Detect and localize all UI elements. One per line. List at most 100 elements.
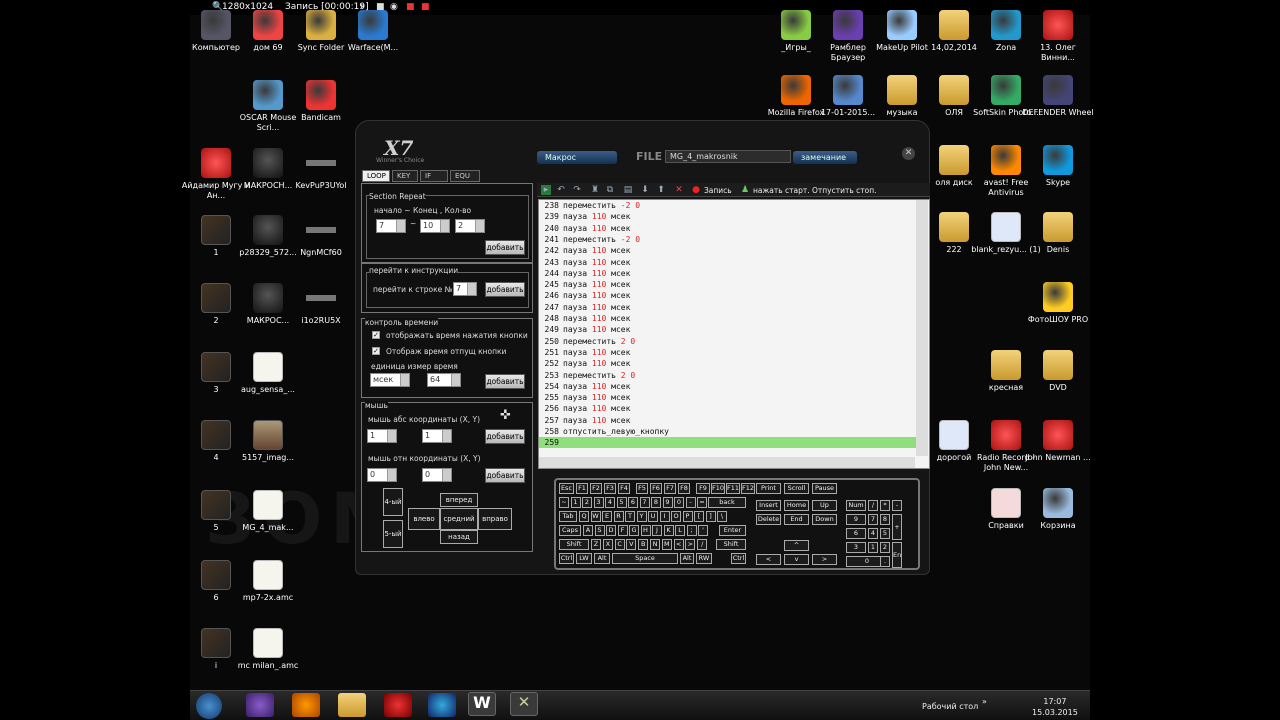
vertical-scrollbar[interactable] <box>916 200 928 456</box>
start-button[interactable] <box>196 693 222 719</box>
key-j[interactable]: J <box>652 525 662 536</box>
key-alt[interactable]: Alt <box>680 553 694 564</box>
key-[interactable]: < <box>756 554 781 565</box>
key-t[interactable]: T <box>625 511 635 522</box>
script-line[interactable]: 258 отпустить_левую_кнопку <box>539 426 919 437</box>
key-2[interactable]: 2 <box>582 497 592 508</box>
key-k[interactable]: K <box>663 525 674 536</box>
key-z[interactable]: Z <box>591 539 601 550</box>
key-9[interactable]: 9 <box>846 514 866 525</box>
time-add-button[interactable]: добавить <box>485 374 525 389</box>
key-f9[interactable]: F9 <box>696 483 710 494</box>
key-end[interactable]: End <box>784 514 809 525</box>
key-h[interactable]: H <box>640 525 651 536</box>
taskbar-skype-icon[interactable] <box>428 693 456 717</box>
desktop-icon-left-5[interactable]: Bandicam <box>285 80 357 123</box>
script-editor[interactable]: 238 переместить -2 0 239 пауза 110 мсек 240… <box>538 199 930 469</box>
script-line[interactable]: 259 <box>539 437 919 449</box>
key-[interactable]: [ <box>694 511 704 522</box>
key-[interactable]: ~ <box>559 497 569 508</box>
key-m[interactable]: M <box>661 539 672 550</box>
key-e[interactable]: E <box>602 511 612 522</box>
key-[interactable]: ^ <box>784 540 809 551</box>
script-line[interactable]: 252 пауза 110 мсек <box>539 358 919 369</box>
taskbar-x7-icon[interactable]: ✕ <box>510 692 538 716</box>
script-line[interactable]: 239 пауза 110 мсек <box>539 211 919 222</box>
key-back[interactable]: back <box>708 497 746 508</box>
mouse-abs-x[interactable]: 1 <box>367 429 397 443</box>
desktop-icon-right-23[interactable]: John Newman ... <box>1022 420 1094 463</box>
key-f[interactable]: F <box>617 525 628 536</box>
key-f1[interactable]: F1 <box>576 483 588 494</box>
clear-icon[interactable]: ♜ <box>590 185 600 195</box>
desktop-icon-left-22[interactable]: mp7-2x.amc <box>232 560 304 603</box>
key-enter[interactable]: Enter <box>719 525 746 536</box>
key-shift[interactable]: Shift <box>716 539 746 550</box>
script-line[interactable]: 254 пауза 110 мсек <box>539 381 919 392</box>
mouse-forward-button[interactable]: вперед <box>440 493 478 507</box>
key-home[interactable]: Home <box>784 500 809 511</box>
key-d[interactable]: D <box>606 525 616 536</box>
key-g[interactable]: G <box>629 525 639 536</box>
mouse-left-button[interactable]: влево <box>408 508 440 530</box>
key-f12[interactable]: F12 <box>741 483 755 494</box>
mouse-button-4[interactable]: 4-ый <box>383 488 403 516</box>
key-8[interactable]: 8 <box>651 497 661 508</box>
key-7[interactable]: 7 <box>639 497 650 508</box>
repeat-start-spinner[interactable]: 7 <box>376 219 406 233</box>
key-ctrl[interactable]: Ctrl <box>559 553 574 564</box>
horizontal-scrollbar[interactable] <box>539 457 915 468</box>
key-[interactable]: * <box>880 500 890 511</box>
script-line[interactable]: 238 переместить -2 0 <box>539 200 919 211</box>
key-y[interactable]: Y <box>636 511 647 522</box>
tab-key[interactable]: KEY <box>392 170 418 182</box>
cursor-icon[interactable]: ▸ <box>541 185 551 195</box>
key-[interactable]: - <box>892 500 902 511</box>
key-3[interactable]: 3 <box>593 497 604 508</box>
undo-icon[interactable]: ↶ <box>556 185 566 195</box>
delete-icon[interactable]: ✕ <box>674 185 684 195</box>
clock[interactable]: 17:07 15.03.2015 <box>1032 696 1078 718</box>
desktop-icon-left-3[interactable]: Warface(M... <box>337 10 409 53</box>
script-line[interactable]: 255 пауза 110 мсек <box>539 392 919 403</box>
desktop-icon-right-17[interactable]: Denis <box>1022 212 1094 255</box>
desktop-icon-left-8[interactable]: KevPuP3UYol <box>285 148 357 191</box>
tray-chevron-icon[interactable]: » <box>982 697 987 706</box>
script-line[interactable]: 242 пауза 110 мсек <box>539 245 919 256</box>
key-[interactable]: - <box>685 497 696 508</box>
key-f6[interactable]: F6 <box>650 483 662 494</box>
key-shift[interactable]: Shift <box>559 539 589 550</box>
key-esc[interactable]: Esc <box>559 483 574 494</box>
record-dot-icon[interactable]: ● <box>691 185 701 195</box>
key-i[interactable]: I <box>659 511 670 522</box>
taskbar-explorer-icon[interactable] <box>338 693 366 717</box>
crosshair-icon[interactable]: ✜ <box>500 408 511 423</box>
key-x[interactable]: X <box>602 539 613 550</box>
tray-desktop-label[interactable]: Рабочий стол <box>922 702 978 711</box>
key-f4[interactable]: F4 <box>618 483 630 494</box>
mouse-button-5[interactable]: 5-ый <box>383 520 403 548</box>
move-up-icon[interactable]: ⬆ <box>656 185 666 195</box>
mouse-rel-x[interactable]: 0 <box>367 468 397 482</box>
key-n[interactable]: N <box>650 539 660 550</box>
key-[interactable]: . <box>880 556 890 567</box>
key-c[interactable]: C <box>614 539 625 550</box>
script-line[interactable]: 256 пауза 110 мсек <box>539 403 919 414</box>
rec-stop-icon[interactable]: ■ <box>421 2 430 12</box>
key-[interactable]: = <box>697 497 707 508</box>
tab-loop[interactable]: LOOP <box>362 170 390 182</box>
key-s[interactable]: S <box>594 525 605 536</box>
move-down-icon[interactable]: ⬇ <box>640 185 650 195</box>
key-l[interactable]: L <box>675 525 685 536</box>
mouse-right-button[interactable]: вправо <box>478 508 512 530</box>
mouse-rel-add-button[interactable]: добавить <box>485 468 525 483</box>
paste-icon[interactable]: ▤ <box>623 185 633 195</box>
key-ctrl[interactable]: Ctrl <box>731 553 746 564</box>
desktop-icon-right-18[interactable]: ФотоШОУ PRO <box>1022 282 1094 325</box>
taskbar-rambler-icon[interactable] <box>246 693 274 717</box>
key-space[interactable]: Space <box>612 553 678 564</box>
key-7[interactable]: 7 <box>868 514 878 525</box>
key-print[interactable]: Print <box>756 483 781 494</box>
key-v[interactable]: v <box>784 554 809 565</box>
key-alt[interactable]: Alt <box>594 553 610 564</box>
